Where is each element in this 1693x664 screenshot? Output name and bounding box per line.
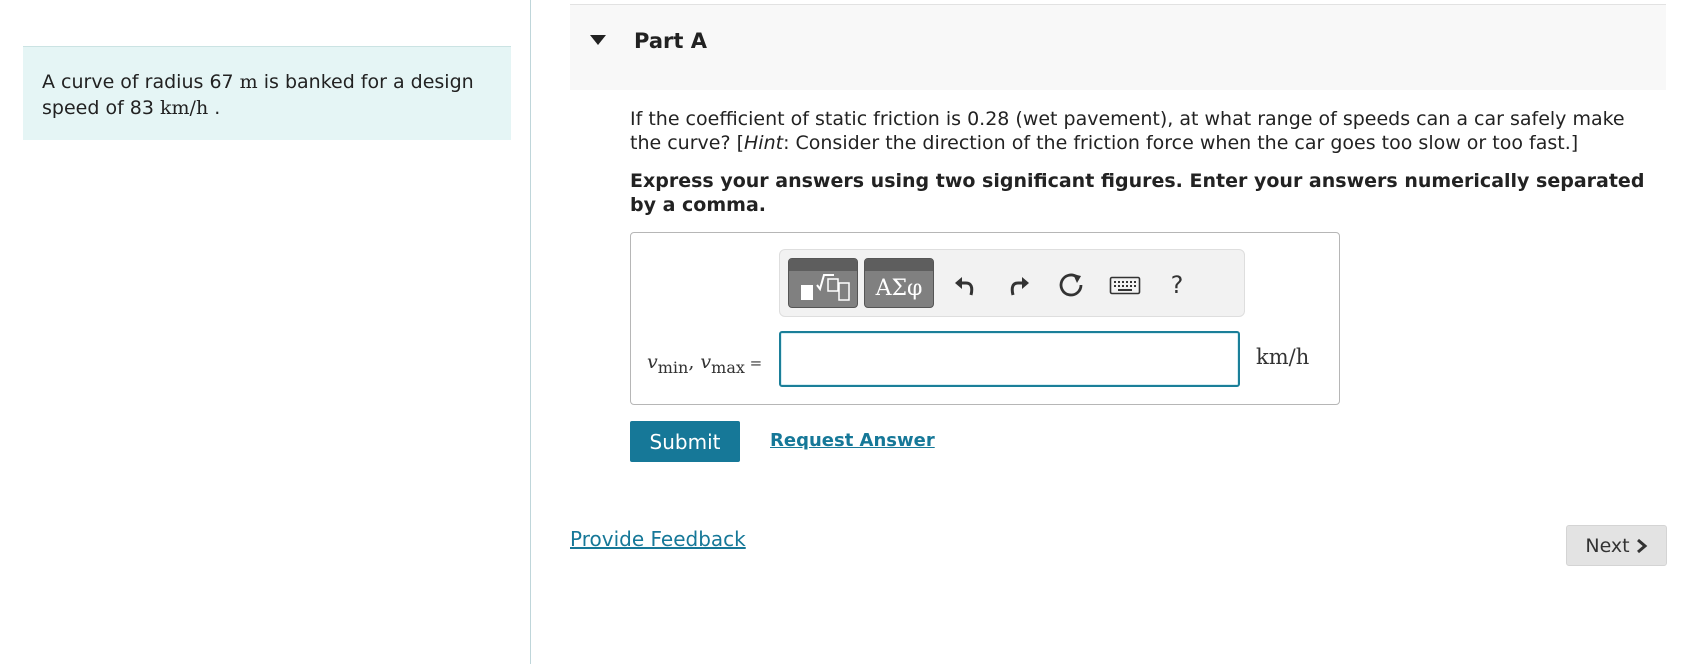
var-v-1: v [647,351,658,373]
answer-box: ΑΣφ ? vmin, vmax = km/h [630,232,1340,405]
math-toolbar: ΑΣφ ? [779,249,1245,317]
help-label: ? [1170,271,1184,299]
next-label: Next [1585,534,1630,557]
chevron-right-icon [1636,538,1647,553]
instructions-text: Express your answers using two significa… [630,170,1645,216]
reset-icon [1059,273,1083,297]
answer-unit: km/h [1256,345,1310,369]
redo-icon [1010,277,1029,296]
answer-variables-label: vmin, vmax = [647,351,762,377]
var-comma: , [688,351,701,373]
radius-unit: m [239,71,258,93]
keyboard-button[interactable] [1106,266,1144,304]
var-min-sub: min [657,357,689,377]
var-max-sub: max [711,357,745,377]
next-button[interactable]: Next [1566,525,1667,566]
question-text: If the coefficient of static friction is… [630,107,1660,155]
greek-symbols-label: ΑΣφ [875,275,923,301]
var-v-2: v [700,351,712,373]
keyboard-icon [1109,276,1141,295]
request-answer-link[interactable]: Request Answer [770,430,935,451]
collapse-caret-icon[interactable] [590,35,606,45]
greek-symbols-button[interactable]: ΑΣφ [864,258,934,308]
hint-label: Hint [744,132,784,154]
problem-text-1: A curve of radius 67 [42,71,240,93]
part-title: Part A [634,29,707,53]
templates-button[interactable] [788,258,858,308]
equals-sign: = [744,354,763,372]
part-header[interactable]: Part A [570,4,1666,90]
submit-button[interactable]: Submit [630,421,740,462]
problem-statement: A curve of radius 67 m is banked for a d… [23,46,511,140]
problem-text-3: . [208,97,221,119]
undo-button[interactable] [946,266,984,304]
answer-input[interactable] [779,331,1240,387]
templates-icon [801,274,850,301]
hint-text: : Consider the direction of the friction… [783,132,1579,154]
provide-feedback-link[interactable]: Provide Feedback [570,527,746,551]
problem-pane: A curve of radius 67 m is banked for a d… [0,0,531,664]
help-button[interactable]: ? [1158,266,1196,304]
reset-button[interactable] [1052,266,1090,304]
undo-icon [955,277,974,296]
speed-unit: km/h [160,97,209,119]
redo-button[interactable] [1000,266,1038,304]
